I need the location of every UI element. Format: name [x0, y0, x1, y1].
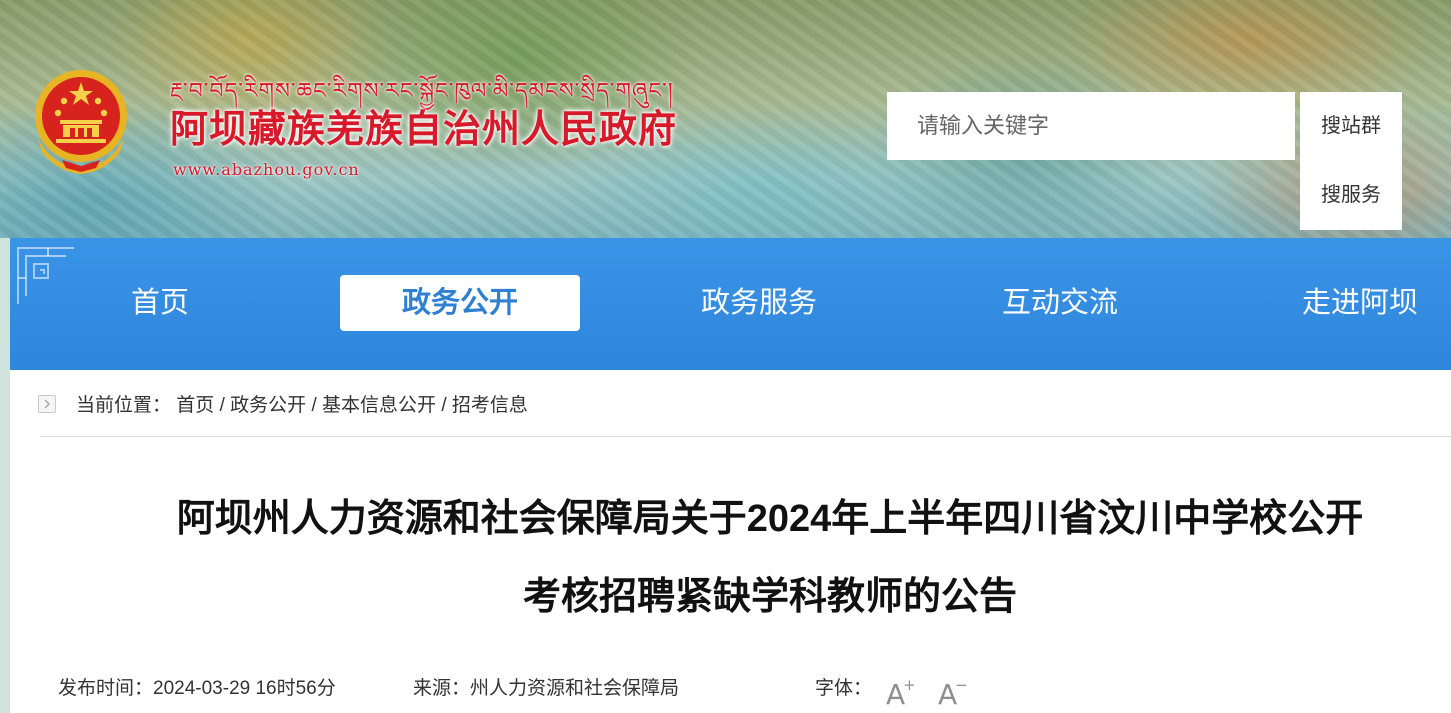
breadcrumb-separator: /: [441, 395, 447, 416]
search-service-button[interactable]: 搜服务: [1300, 161, 1402, 230]
national-emblem-logo: [35, 70, 127, 174]
search-site-group-button[interactable]: 搜站群: [1300, 92, 1402, 161]
site-title: 阿坝藏族羌族自治州人民政府: [170, 107, 678, 151]
publish-time-label: 发布时间：: [58, 678, 154, 699]
breadcrumb-item-home[interactable]: 首页: [176, 395, 214, 416]
source-value: 州人力资源和社会保障局: [470, 678, 680, 699]
article-title-line-1: 阿坝州人力资源和社会保障局关于2024年上半年四川省汶川中学校公开: [176, 498, 1364, 540]
tibetan-ornament-icon: [17, 247, 74, 304]
nav-item-interaction[interactable]: 互动交流: [940, 275, 1180, 331]
publish-time-value: 2024-03-29 16时56分: [153, 678, 336, 699]
breadcrumb-separator: /: [311, 395, 317, 416]
nav-item-government-affairs[interactable]: 政务公开: [340, 275, 580, 331]
breadcrumb: 当前位置： 首页 / 政务公开 / 基本信息公开 / 招考信息: [76, 390, 528, 417]
nav-item-about-aba[interactable]: 走进阿坝: [1240, 275, 1451, 331]
nav-item-government-services[interactable]: 政务服务: [639, 275, 879, 331]
breadcrumb-item-government-affairs[interactable]: 政务公开: [230, 395, 306, 416]
article-source: 来源：州人力资源和社会保障局: [413, 673, 679, 700]
breadcrumb-divider: [40, 436, 1451, 437]
search-input[interactable]: [887, 92, 1295, 160]
font-size-label: 字体：: [815, 678, 873, 699]
article-title: 阿坝州人力资源和社会保障局关于2024年上半年四川省汶川中学校公开 考核招聘紧缺…: [100, 480, 1440, 636]
breadcrumb-prefix: 当前位置：: [76, 395, 172, 416]
plus-icon: +: [903, 676, 916, 694]
publish-time: 发布时间：2024-03-29 16时56分: [58, 673, 336, 700]
font-decrease-button[interactable]: A−: [938, 668, 968, 712]
breadcrumb-separator: /: [219, 395, 225, 416]
breadcrumb-item-basic-info[interactable]: 基本信息公开: [322, 395, 436, 416]
search-button-group: 搜站群 搜服务: [1300, 92, 1402, 230]
minus-icon: −: [955, 676, 968, 694]
location-arrow-icon: [38, 395, 56, 413]
nav-item-home[interactable]: 首页: [80, 275, 240, 331]
font-increase-button[interactable]: A+: [886, 668, 916, 712]
site-url: www.abazhou.gov.cn: [173, 160, 360, 179]
breadcrumb-item-recruitment[interactable]: 招考信息: [452, 395, 528, 416]
main-content: 当前位置： 首页 / 政务公开 / 基本信息公开 / 招考信息 阿坝州人力资源和…: [10, 370, 1451, 713]
article-title-line-2: 考核招聘紧缺学科教师的公告: [522, 576, 1017, 618]
source-label: 来源：: [413, 678, 471, 699]
main-nav: 首页 政务公开 政务服务 互动交流 走进阿坝: [10, 238, 1451, 370]
